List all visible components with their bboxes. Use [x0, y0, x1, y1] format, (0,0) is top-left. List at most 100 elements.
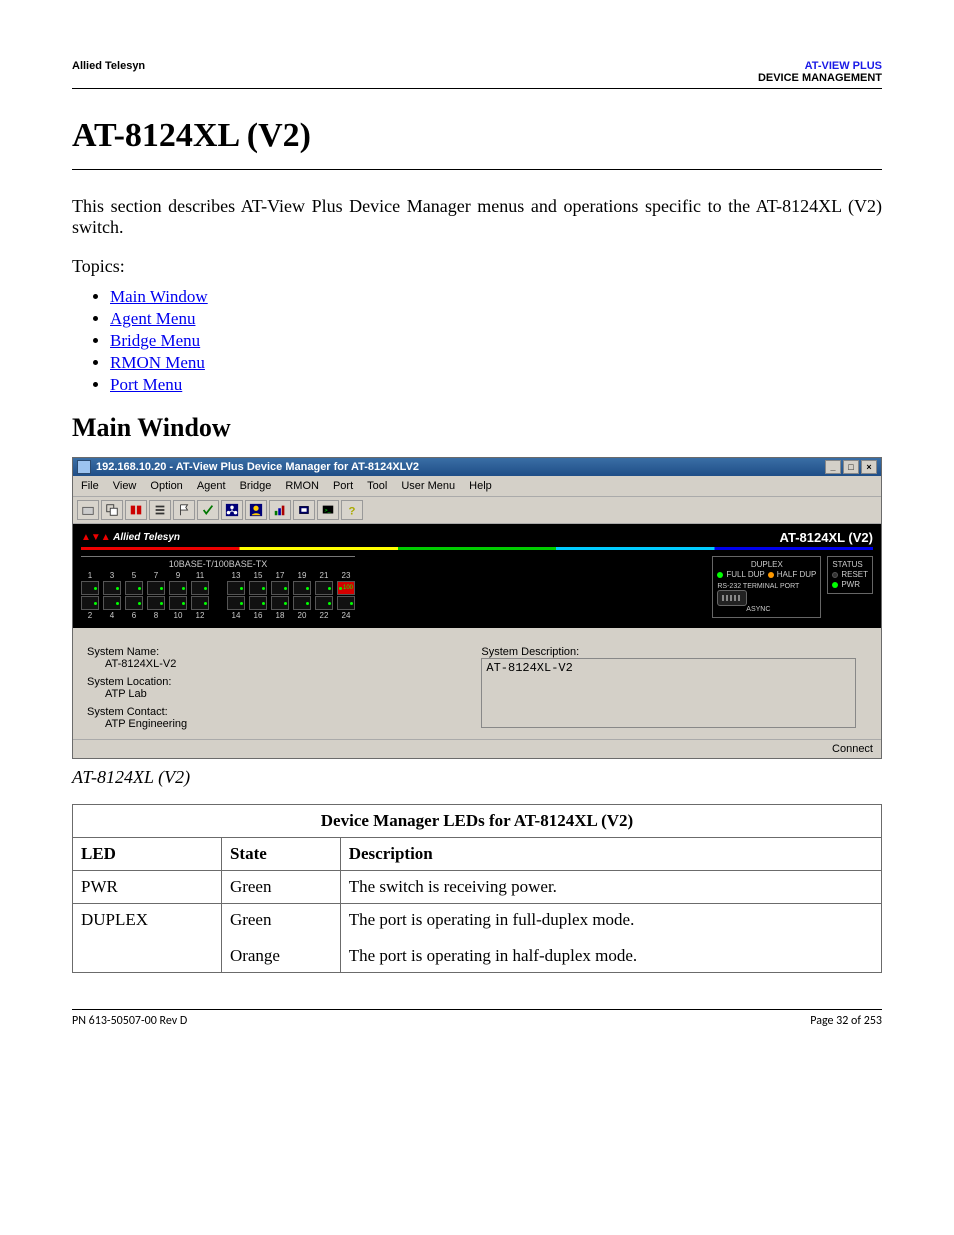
- menu-bar: File View Option Agent Bridge RMON Port …: [73, 476, 881, 497]
- led-reset-icon: [832, 572, 838, 578]
- led-full-duplex-icon: [717, 572, 723, 578]
- port[interactable]: [81, 581, 99, 595]
- port[interactable]: [227, 596, 245, 610]
- system-description-label: System Description:: [481, 646, 855, 658]
- toolbar-open-icon[interactable]: [77, 500, 99, 520]
- port[interactable]: [315, 581, 333, 595]
- port[interactable]: [191, 596, 209, 610]
- page-title: AT-8124XL (V2): [72, 117, 882, 155]
- port[interactable]: [271, 596, 289, 610]
- toolbar-chart-icon[interactable]: [269, 500, 291, 520]
- link-rmon-menu[interactable]: RMON Menu: [110, 353, 205, 372]
- port-column: 2310024: [337, 571, 355, 620]
- topics-list: Main Window Agent Menu Bridge Menu RMON …: [110, 287, 882, 395]
- menu-option[interactable]: Option: [150, 480, 182, 492]
- close-button[interactable]: ×: [861, 460, 877, 474]
- topics-label: Topics:: [72, 256, 882, 277]
- port[interactable]: [147, 581, 165, 595]
- figure-caption: AT-8124XL (V2): [72, 767, 882, 788]
- header-right-top: AT-VIEW PLUS: [805, 60, 882, 72]
- menu-file[interactable]: File: [81, 480, 99, 492]
- minimize-button[interactable]: _: [825, 460, 841, 474]
- led-table-caption: Device Manager LEDs for AT-8124XL (V2): [73, 805, 882, 838]
- terminal-port-label: RS-232 TERMINAL PORT: [717, 583, 799, 590]
- port[interactable]: [249, 581, 267, 595]
- port[interactable]: [169, 581, 187, 595]
- toolbar-check-icon[interactable]: [197, 500, 219, 520]
- toolbar: >_ ?: [73, 497, 881, 524]
- led-col-led: LED: [73, 838, 222, 871]
- title-bar: 192.168.10.20 - AT-View Plus Device Mana…: [73, 458, 881, 476]
- led-table: Device Manager LEDs for AT-8124XL (V2) L…: [72, 804, 882, 973]
- port-column: 1112: [191, 571, 209, 620]
- port[interactable]: [103, 581, 121, 595]
- led-desc: The switch is receiving power.: [340, 871, 881, 904]
- port[interactable]: 100: [337, 581, 355, 595]
- menu-tool[interactable]: Tool: [367, 480, 387, 492]
- toolbar-user-icon[interactable]: [245, 500, 267, 520]
- port[interactable]: [227, 581, 245, 595]
- link-main-window[interactable]: Main Window: [110, 287, 208, 306]
- menu-view[interactable]: View: [113, 480, 137, 492]
- port-block-label: 10BASE-T/100BASE-TX: [81, 556, 355, 569]
- port[interactable]: [249, 596, 267, 610]
- window-title: 192.168.10.20 - AT-View Plus Device Mana…: [96, 461, 419, 473]
- led-name: PWR: [73, 871, 222, 904]
- link-agent-menu[interactable]: Agent Menu: [110, 309, 195, 328]
- led-name: DUPLEX: [73, 904, 222, 973]
- led-state: Green Orange: [221, 904, 340, 973]
- port[interactable]: [147, 596, 165, 610]
- menu-port[interactable]: Port: [333, 480, 353, 492]
- async-label: ASYNC: [717, 606, 799, 613]
- port[interactable]: [315, 596, 333, 610]
- port-column: 1314: [227, 571, 245, 620]
- port-column: 1516: [249, 571, 267, 620]
- duplex-half-label: HALF DUP: [777, 570, 817, 579]
- port[interactable]: [191, 581, 209, 595]
- toolbar-list-icon[interactable]: [149, 500, 171, 520]
- led-half-duplex-icon: [768, 572, 774, 578]
- port[interactable]: [271, 581, 289, 595]
- toolbar-connect-icon[interactable]: [125, 500, 147, 520]
- menu-bridge[interactable]: Bridge: [240, 480, 272, 492]
- menu-rmon[interactable]: RMON: [285, 480, 319, 492]
- link-bridge-menu[interactable]: Bridge Menu: [110, 331, 200, 350]
- duplex-box: DUPLEX FULL DUP HALF DUP RS-232 TERMINAL…: [712, 556, 821, 618]
- running-footer: PN 613-50507-00 Rev D Page 32 of 253: [72, 1009, 882, 1028]
- toolbar-popup-icon[interactable]: [101, 500, 123, 520]
- toolbar-flag-icon[interactable]: [173, 500, 195, 520]
- port[interactable]: [125, 596, 143, 610]
- toolbar-tree-icon[interactable]: [221, 500, 243, 520]
- toolbar-help-icon[interactable]: ?: [341, 500, 363, 520]
- status-bar: Connect: [73, 739, 881, 758]
- maximize-button[interactable]: □: [843, 460, 859, 474]
- system-location-label: System Location:: [87, 676, 461, 688]
- footer-left: PN 613-50507-00 Rev D: [72, 1014, 187, 1028]
- port[interactable]: [169, 596, 187, 610]
- system-description-field[interactable]: [481, 658, 855, 728]
- app-window: 192.168.10.20 - AT-View Plus Device Mana…: [72, 457, 882, 759]
- port[interactable]: [293, 596, 311, 610]
- menu-agent[interactable]: Agent: [197, 480, 226, 492]
- toolbar-telnet-icon[interactable]: >_: [317, 500, 339, 520]
- serial-port-icon: [717, 590, 747, 606]
- reset-label: RESET: [841, 570, 868, 579]
- app-icon: [77, 460, 91, 474]
- port-column: 78: [147, 571, 165, 620]
- port-column: 910: [169, 571, 187, 620]
- port[interactable]: [81, 596, 99, 610]
- led-col-state: State: [221, 838, 340, 871]
- link-port-menu[interactable]: Port Menu: [110, 375, 182, 394]
- port[interactable]: [125, 581, 143, 595]
- port[interactable]: [337, 596, 355, 610]
- toolbar-port-icon[interactable]: [293, 500, 315, 520]
- port[interactable]: [293, 581, 311, 595]
- title-rule: [72, 169, 882, 170]
- menu-help[interactable]: Help: [469, 480, 492, 492]
- menu-usermenu[interactable]: User Menu: [401, 480, 455, 492]
- status-text: Connect: [832, 743, 873, 755]
- port-column: 56: [125, 571, 143, 620]
- port[interactable]: [103, 596, 121, 610]
- port-column: 1718: [271, 571, 289, 620]
- port-column: 34: [103, 571, 121, 620]
